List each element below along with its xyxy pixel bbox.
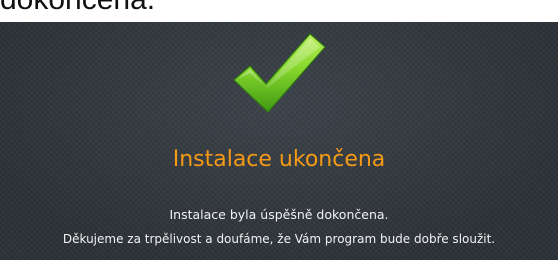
checkmark-icon (233, 33, 326, 113)
thank-you-message: Děkujeme za trpělivost a doufáme, že Vám… (62, 232, 496, 246)
success-message: Instalace byla úspěšně dokončena. (169, 207, 389, 222)
dialog-title: Instalace ukončena (172, 147, 386, 172)
previous-text-fragment: dokončena. (0, 0, 558, 22)
previous-text: dokončena. (0, 0, 155, 18)
installation-complete-panel: Instalace ukončena Instalace byla úspěšn… (0, 22, 558, 260)
